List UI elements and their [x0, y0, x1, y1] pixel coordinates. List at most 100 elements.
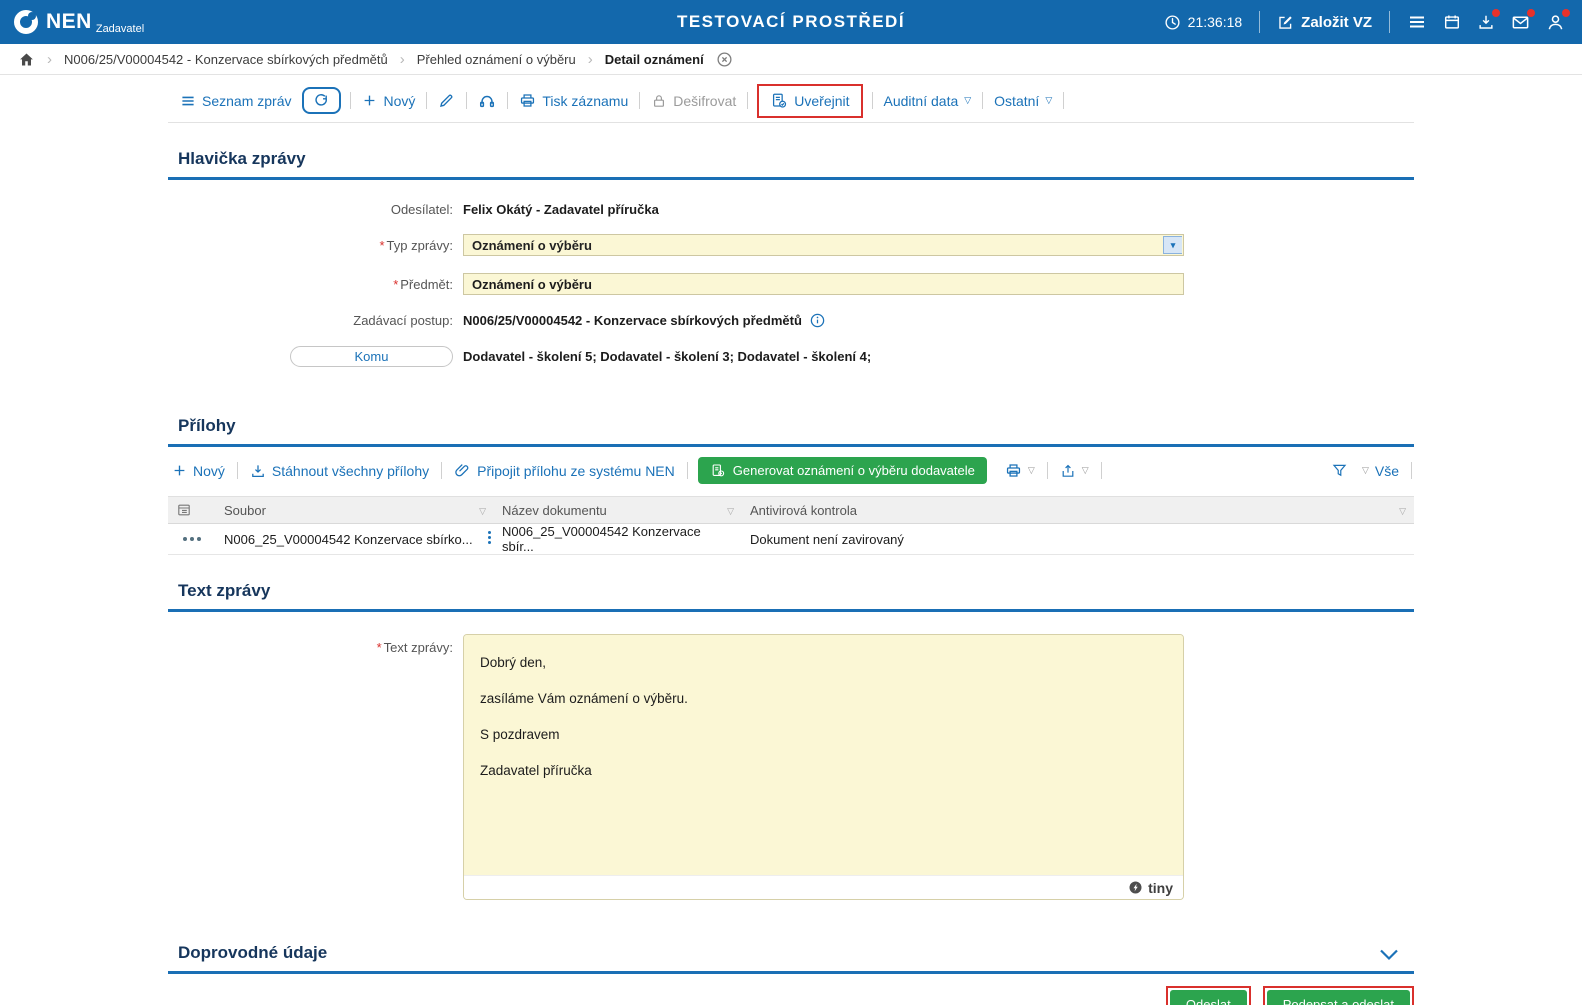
zadavaci-postup-label: Zadávací postup: [168, 313, 463, 328]
audit-data-dropdown[interactable]: Auditní data ▽ [882, 91, 974, 111]
publish-button[interactable]: Uveřejnit [768, 90, 851, 112]
topbar-actions: 21:36:18 Založit VZ [1161, 9, 1568, 35]
notification-badge [1492, 9, 1500, 17]
section-title: Text zprávy [178, 581, 270, 601]
divider [1389, 11, 1390, 33]
attach-from-nen-label: Připojit přílohu ze systému NEN [477, 463, 675, 479]
sign-and-send-button[interactable]: Podepsat a odeslat [1267, 990, 1410, 1005]
predmet-input[interactable] [463, 273, 1184, 295]
message-list-button[interactable]: Seznam zpráv [178, 91, 293, 111]
filter-icon[interactable]: ▽ [1399, 506, 1406, 517]
collapse-section-button[interactable] [1374, 947, 1404, 963]
column-header-nazev[interactable]: Název dokumentu▽ [494, 497, 742, 524]
table-settings-header[interactable] [168, 497, 216, 524]
attachments-toolbar: Nový Stáhnout všechny přílohy Připojit p… [168, 447, 1414, 494]
komu-value: Dodavatel - školení 5; Dodavatel - škole… [463, 349, 1184, 364]
nen-logo[interactable]: NEN Zadavatel [14, 7, 144, 37]
form-row-odesilatel: Odesílatel: Felix Okátý - Zadavatel přír… [168, 202, 1414, 217]
plus-icon [172, 463, 187, 478]
divider [426, 92, 427, 109]
divider [639, 92, 640, 109]
message-text-area[interactable]: Dobrý den, zasíláme Vám oznámení o výběr… [464, 635, 1183, 875]
breadcrumb-item-procedure[interactable]: N006/25/V00004542 - Konzervace sbírkovýc… [64, 52, 388, 67]
hlavicka-form: Odesílatel: Felix Okátý - Zadavatel přír… [168, 180, 1414, 408]
list-icon [180, 93, 196, 109]
message-paragraph: zasíláme Vám oznámení o výběru. [480, 691, 1167, 706]
divider [1259, 11, 1260, 33]
komu-button[interactable]: Komu [290, 346, 453, 367]
notification-badge [1562, 9, 1570, 17]
print-record-button[interactable]: Tisk záznamu [517, 90, 630, 111]
divider [237, 462, 238, 479]
hamburger-icon [1407, 12, 1427, 32]
divider [687, 462, 688, 479]
attach-from-nen-button[interactable]: Připojit přílohu ze systému NEN [452, 460, 677, 481]
tinymce-brand[interactable]: tiny [1148, 880, 1173, 896]
column-header-antivir[interactable]: Antivirová kontrola▽ [742, 497, 1414, 524]
breadcrumb-separator: › [400, 51, 405, 68]
text-zpravy-form: *Text zprávy: Dobrý den, zasíláme Vám oz… [168, 612, 1414, 941]
section-title: Hlavička zprávy [178, 149, 306, 169]
home-icon[interactable] [18, 51, 35, 68]
export-dropdown[interactable]: ▽ [1058, 461, 1091, 481]
calendar-button[interactable] [1440, 10, 1464, 34]
filter-icon[interactable]: ▽ [727, 506, 734, 517]
breadcrumb-item-overview[interactable]: Přehled oznámení o výběru [417, 52, 576, 67]
tinymce-logo-icon[interactable] [1128, 880, 1143, 895]
download-all-button[interactable]: Stáhnout všechny přílohy [248, 461, 431, 481]
filter-button[interactable] [1329, 460, 1350, 481]
record-toolbar: Seznam zpráv Nový Tisk záznamu Dešifrova… [168, 83, 1414, 123]
other-dropdown[interactable]: Ostatní ▽ [992, 91, 1054, 111]
attachment-new-button[interactable]: Nový [170, 461, 227, 481]
cell-menu-icon[interactable] [488, 531, 491, 544]
message-paragraph: Dobrý den, [480, 655, 1167, 670]
typ-zpravy-select[interactable]: Oznámení o výběru ▾ [463, 234, 1184, 256]
downloads-button[interactable] [1474, 10, 1498, 34]
audit-data-label: Auditní data [884, 93, 959, 109]
divider [1411, 462, 1412, 479]
odesilatel-label: Odesílatel: [168, 202, 463, 217]
chevron-down-icon: ▽ [1362, 466, 1369, 475]
table-row[interactable]: N006_25_V00004542 Konzervace sbírko... N… [168, 524, 1414, 555]
divider [982, 92, 983, 109]
brand-name: NEN [46, 7, 92, 37]
new-button[interactable]: Nový [360, 91, 417, 111]
support-button[interactable] [476, 90, 498, 112]
refresh-history-icon [313, 92, 330, 109]
form-row-predmet: *Předmět: [168, 273, 1414, 295]
printer-icon [1005, 462, 1022, 479]
row-menu-icon[interactable] [176, 537, 208, 541]
info-icon[interactable] [809, 312, 826, 329]
section-text-zpravy: Text zprávy [168, 581, 1414, 612]
edit-button[interactable] [436, 90, 457, 111]
generate-notice-button[interactable]: Generovat oznámení o výběru dodavatele [698, 457, 987, 484]
clock-icon [1164, 14, 1181, 31]
column-header-soubor[interactable]: Soubor▽ [216, 497, 494, 524]
form-row-zadavaci-postup: Zadávací postup: N006/25/V00004542 - Kon… [168, 312, 1414, 329]
send-button[interactable]: Odeslat [1170, 990, 1247, 1005]
view-all-dropdown[interactable]: ▽ Vše [1360, 461, 1401, 481]
form-row-typ-zpravy: *Typ zprávy: Oznámení o výběru ▾ [168, 234, 1414, 256]
notification-badge [1527, 9, 1535, 17]
decrypt-button: Dešifrovat [649, 91, 738, 111]
chevron-down-icon: ▽ [964, 96, 971, 105]
profile-button[interactable] [1543, 10, 1568, 35]
podepsat-highlight-box: Podepsat a odeslat [1263, 986, 1414, 1005]
refresh-button[interactable] [302, 87, 341, 114]
messages-button[interactable] [1508, 10, 1533, 35]
odesilatel-value: Felix Okátý - Zadavatel příručka [463, 202, 1184, 217]
close-tab-icon[interactable] [716, 50, 734, 68]
uverejnit-highlight-box: Uveřejnit [757, 84, 862, 118]
required-marker: * [377, 640, 382, 655]
divider [872, 92, 873, 109]
message-paragraph: S pozdravem [480, 727, 1167, 742]
create-vz-button[interactable]: Založit VZ [1274, 11, 1375, 34]
rich-text-editor: Dobrý den, zasíláme Vám oznámení o výběr… [463, 634, 1184, 900]
select-caret-icon[interactable]: ▾ [1163, 236, 1182, 254]
download-icon [250, 463, 266, 479]
menu-button[interactable] [1404, 9, 1430, 35]
predmet-label: *Předmět: [168, 277, 463, 292]
filter-icon[interactable]: ▽ [479, 506, 486, 517]
breadcrumb-separator: › [588, 51, 593, 68]
print-dropdown[interactable]: ▽ [1003, 460, 1037, 481]
